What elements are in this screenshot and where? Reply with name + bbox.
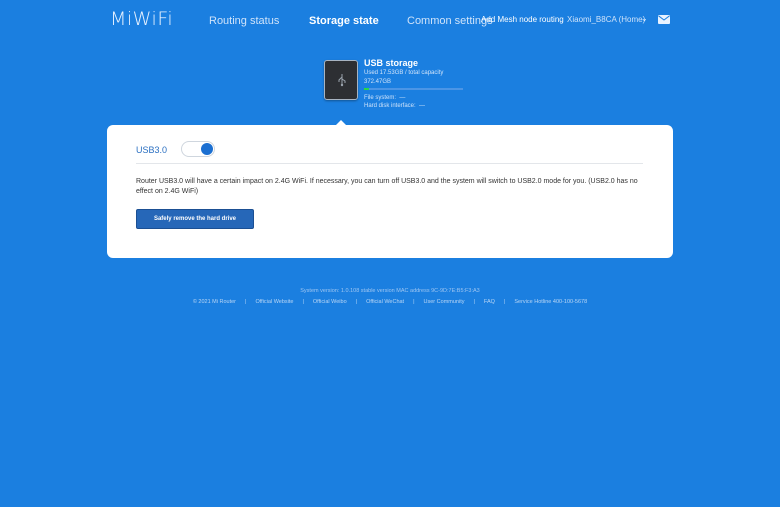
usb-used-capacity: Used 17.53GB / total capacity: [364, 70, 444, 76]
nav-routing-status[interactable]: Routing status: [209, 15, 279, 27]
usb-hard-disk-interface: Hard disk interface: —: [364, 103, 426, 109]
top-header: MiWiFi Routing status Storage state Comm…: [0, 0, 780, 44]
footer-link-official-website[interactable]: Official Website: [255, 299, 293, 305]
footer-copyright: © 2021 Mi Router: [192, 299, 237, 305]
usb-file-system: File system: —: [364, 95, 406, 101]
footer-separator: |: [413, 299, 415, 305]
footer-service-hotline: Service Hotline 400-100-5678: [514, 299, 588, 305]
usb3-description: Router USB3.0 will have a certain impact…: [136, 178, 638, 195]
footer-link-faq[interactable]: FAQ: [484, 299, 495, 305]
usb-symbol-icon: [338, 74, 346, 87]
divider: [136, 163, 643, 164]
footer-separator: |: [355, 299, 358, 305]
router-name-menu[interactable]: Xiaomi_B8CA (Home): [567, 15, 645, 24]
system-version: System version: 1.0.108 stable version M…: [300, 288, 480, 294]
usb-settings-panel: USB3.0 Router USB3.0 will have a certain…: [107, 125, 673, 258]
usb-total-capacity: 372.47GB: [364, 79, 392, 85]
footer-link-official-weibo[interactable]: Official Weibo: [313, 299, 347, 305]
usb-drive-icon: [324, 60, 358, 100]
footer-links: © 2021 Mi Router | Official Website | Offici…: [0, 299, 780, 305]
footer-separator: |: [503, 299, 506, 305]
usb-usage-bar: [364, 88, 463, 90]
nav-storage-state[interactable]: Storage state: [309, 15, 379, 27]
chevron-down-icon[interactable]: ⌄: [641, 14, 648, 23]
usb3-label: USB3.0: [136, 145, 168, 155]
toggle-knob: [201, 143, 213, 155]
footer-separator: |: [245, 299, 247, 305]
footer-link-user-community[interactable]: User Community: [424, 299, 465, 305]
footer-separator: |: [473, 299, 475, 305]
usb3-toggle[interactable]: [181, 141, 215, 157]
mail-icon[interactable]: [658, 15, 670, 24]
nav-common-settings[interactable]: Common settings: [407, 15, 493, 27]
add-mesh-node-link[interactable]: Add Mesh node routing: [481, 15, 564, 24]
footer-separator: |: [302, 299, 304, 305]
safely-remove-button[interactable]: Safely remove the hard drive: [136, 209, 254, 229]
miwifi-logo[interactable]: MiWiFi: [110, 8, 173, 30]
usb-storage-title: USB storage: [364, 58, 419, 68]
usb-usage-fill: [364, 88, 369, 90]
footer-link-official-wechat[interactable]: Official WeChat: [366, 299, 404, 305]
